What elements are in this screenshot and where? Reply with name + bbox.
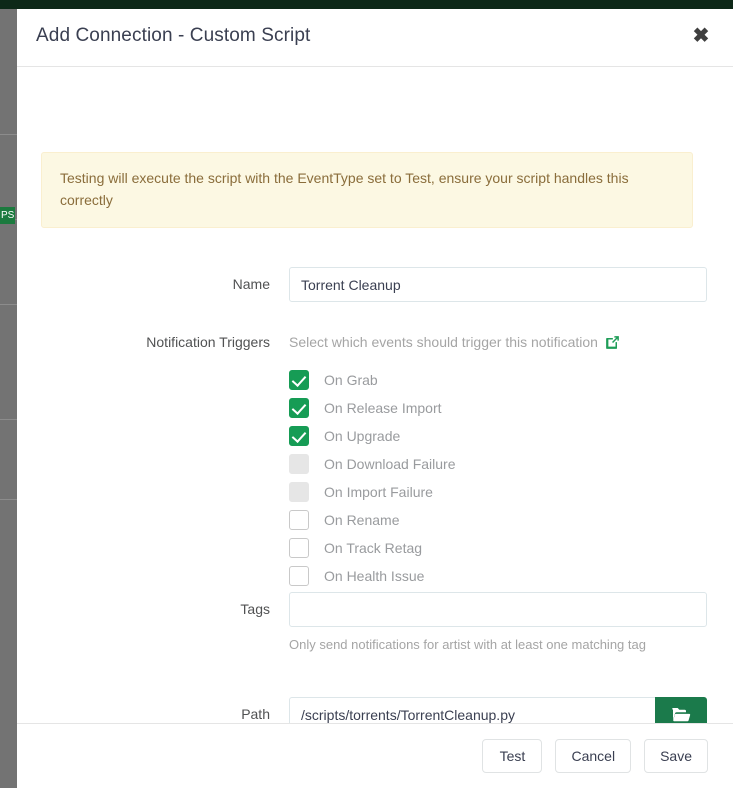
checkbox-on-health-issue[interactable] xyxy=(289,566,309,586)
checkbox-label: On Grab xyxy=(324,372,378,388)
checkbox-on-upgrade[interactable] xyxy=(289,426,309,446)
close-icon[interactable]: ✖ xyxy=(687,22,715,50)
form-group-tags: Tags Only send notifications for artist … xyxy=(17,592,733,655)
backdrop-row-divider xyxy=(0,134,17,135)
path-input-group xyxy=(289,697,707,723)
tags-helper-text: Only send notifications for artist with … xyxy=(289,634,707,655)
backdrop-row-divider xyxy=(0,304,17,305)
folder-open-icon[interactable] xyxy=(655,697,707,723)
path-label: Path xyxy=(17,697,289,723)
modal-body: Testing will execute the script with the… xyxy=(17,67,733,723)
checkbox-label: On Download Failure xyxy=(324,456,456,472)
checkbox-on-release-import[interactable] xyxy=(289,398,309,418)
form-group-path: Path xyxy=(17,697,733,723)
notification-trigger-row: On Upgrade xyxy=(289,422,707,450)
name-label: Name xyxy=(17,267,289,302)
checkbox-on-rename[interactable] xyxy=(289,510,309,530)
checkbox-label: On Track Retag xyxy=(324,540,422,556)
notification-trigger-row: On Download Failure xyxy=(289,450,707,478)
modal-footer: Test Cancel Save xyxy=(17,723,733,788)
checkbox-label: On Import Failure xyxy=(324,484,433,500)
save-button[interactable]: Save xyxy=(644,739,708,773)
tags-input[interactable] xyxy=(289,592,707,627)
form-group-name: Name xyxy=(17,267,733,302)
notification-triggers-list: On Grab On Release Import On Upgrade On Dow… xyxy=(289,366,707,590)
notification-trigger-row: On Import Failure xyxy=(289,478,707,506)
checkbox-label: On Release Import xyxy=(324,400,442,416)
modal-title: Add Connection - Custom Script xyxy=(36,25,310,47)
notification-trigger-row: On Track Retag xyxy=(289,534,707,562)
checkbox-on-track-retag[interactable] xyxy=(289,538,309,558)
notification-triggers-intro-text: Select which events should trigger this … xyxy=(289,334,598,350)
form-group-notification-triggers: Notification Triggers Select which event… xyxy=(17,325,733,590)
app-topbar xyxy=(0,0,733,9)
test-button[interactable]: Test xyxy=(482,739,542,773)
checkbox-on-download-failure xyxy=(289,454,309,474)
background-status-badge: PS xyxy=(0,207,15,224)
notification-trigger-row: On Grab xyxy=(289,366,707,394)
tags-label: Tags xyxy=(17,592,289,655)
notification-triggers-label: Notification Triggers xyxy=(17,325,289,590)
checkbox-on-grab[interactable] xyxy=(289,370,309,390)
add-connection-modal: Add Connection - Custom Script ✖ Testing… xyxy=(17,9,733,788)
checkbox-label: On Rename xyxy=(324,512,399,528)
path-input[interactable] xyxy=(289,697,655,723)
cancel-button[interactable]: Cancel xyxy=(555,739,631,773)
external-link-icon[interactable] xyxy=(605,335,620,350)
backdrop-row-divider xyxy=(0,499,17,500)
name-input[interactable] xyxy=(289,267,707,302)
modal-header: Add Connection - Custom Script ✖ xyxy=(17,9,733,67)
notification-trigger-row: On Health Issue xyxy=(289,562,707,590)
modal-backdrop[interactable] xyxy=(0,9,17,788)
warning-alert: Testing will execute the script with the… xyxy=(41,152,693,228)
notification-trigger-row: On Release Import xyxy=(289,394,707,422)
checkbox-on-import-failure xyxy=(289,482,309,502)
notification-trigger-row: On Rename xyxy=(289,506,707,534)
checkbox-label: On Upgrade xyxy=(324,428,400,444)
checkbox-label: On Health Issue xyxy=(324,568,424,584)
backdrop-row-divider xyxy=(0,419,17,420)
notification-triggers-intro: Select which events should trigger this … xyxy=(289,325,707,350)
